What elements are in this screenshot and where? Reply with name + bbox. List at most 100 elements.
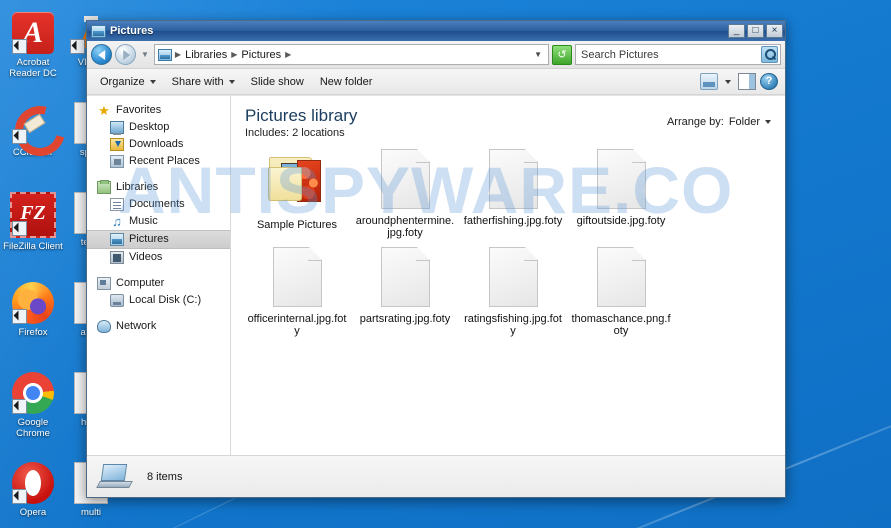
sidebar-item-libraries[interactable]: Libraries: [87, 179, 230, 196]
navigation-pane: ★ Favorites Desktop Downloads Recent Pla…: [87, 96, 231, 455]
refresh-button[interactable]: ↺: [552, 44, 572, 65]
list-item[interactable]: ratingsfishing.jpg.foty: [459, 247, 567, 337]
unknown-file-icon: [380, 247, 430, 307]
acrobat-icon: [12, 12, 54, 54]
sidebar-item-label: Local Disk (C:): [129, 294, 202, 306]
share-with-label: Share with: [171, 75, 224, 88]
file-thumbnail: [375, 149, 435, 211]
list-item[interactable]: partsrating.jpg.foty: [351, 247, 459, 337]
desktop-icon: [110, 121, 124, 135]
unknown-file-icon: [596, 149, 646, 209]
file-name-label: ratingsfishing.jpg.foty: [464, 313, 562, 337]
list-item[interactable]: officerinternal.jpg.foty: [243, 247, 351, 337]
desktop-icon-ccleaner[interactable]: CCleaner: [2, 102, 64, 188]
folder-thumbnail: [267, 153, 327, 215]
sidebar-item-label: Libraries: [116, 181, 159, 193]
search-placeholder: Search Pictures: [581, 48, 659, 61]
nav-group-libraries: Libraries Documents ♫ Music Pictures Vid…: [87, 179, 230, 266]
views-icon[interactable]: [700, 73, 718, 90]
sidebar-item-pictures[interactable]: Pictures: [87, 230, 230, 249]
sample-pictures-folder-icon: [267, 153, 327, 205]
chevron-down-icon: [228, 79, 235, 84]
chevron-down-icon: [765, 120, 771, 124]
organize-button[interactable]: Organize: [93, 73, 163, 91]
file-thumbnail: [591, 247, 651, 309]
desktop-icon-filezilla[interactable]: FileZilla Client: [2, 192, 64, 278]
breadcrumb-item-pictures[interactable]: Pictures: [240, 49, 282, 61]
chevron-down-icon: [725, 79, 731, 84]
sidebar-item-videos[interactable]: Videos: [87, 249, 230, 266]
computer-icon: [97, 277, 111, 290]
libraries-icon: [97, 180, 111, 194]
list-item[interactable]: Sample Pictures: [243, 149, 351, 239]
close-button[interactable]: ×: [766, 24, 783, 38]
list-item[interactable]: thomaschance.png.foty: [567, 247, 675, 337]
chevron-right-icon[interactable]: ▶: [230, 50, 238, 59]
desktop-icon-google-chrome[interactable]: Google Chrome: [2, 372, 64, 458]
list-item[interactable]: aroundphentermine.jpg.foty: [351, 149, 459, 239]
address-history-chevron-down-icon[interactable]: ▼: [534, 50, 545, 59]
help-icon[interactable]: ?: [760, 73, 778, 90]
new-folder-button[interactable]: New folder: [313, 73, 380, 91]
downloads-icon: [110, 138, 124, 151]
arrange-by-control[interactable]: Arrange by: Folder: [667, 106, 771, 128]
views-dropdown-button[interactable]: [721, 77, 735, 87]
firefox-icon: [12, 282, 54, 324]
sidebar-item-desktop[interactable]: Desktop: [87, 119, 230, 136]
breadcrumb[interactable]: ▶ Libraries ▶ Pictures ▶ ▼: [153, 44, 549, 65]
documents-icon: [110, 198, 124, 211]
address-bar: ▼ ▶ Libraries ▶ Pictures ▶ ▼ ↺ Search Pi…: [87, 41, 785, 69]
desktop-icon-acrobat-reader[interactable]: Acrobat Reader DC: [2, 12, 64, 98]
sidebar-item-music[interactable]: ♫ Music: [87, 213, 230, 230]
preview-pane-icon[interactable]: [738, 73, 756, 90]
shortcut-arrow-icon: [12, 221, 27, 236]
sidebar-item-label: Computer: [116, 277, 165, 289]
shortcut-arrow-icon: [12, 309, 27, 324]
window-titlebar[interactable]: Pictures _ □ ×: [87, 21, 785, 41]
sidebar-item-documents[interactable]: Documents: [87, 196, 230, 213]
sidebar-item-computer[interactable]: Computer: [87, 275, 230, 292]
chevron-right-icon[interactable]: ▶: [284, 50, 292, 59]
file-list-pane[interactable]: Pictures library Includes: 2 locations A…: [231, 96, 785, 455]
shortcut-arrow-icon: [12, 129, 27, 144]
desktop-icon-firefox[interactable]: Firefox: [2, 282, 64, 368]
search-icon[interactable]: [761, 46, 778, 63]
breadcrumb-item-libraries[interactable]: Libraries: [184, 49, 228, 61]
library-header-text: Pictures library Includes: 2 locations: [245, 106, 357, 139]
file-name-label: officerinternal.jpg.foty: [247, 313, 347, 337]
arrange-by-value: Folder: [728, 116, 760, 128]
share-with-button[interactable]: Share with: [165, 73, 242, 91]
unknown-file-icon: [488, 247, 538, 307]
sidebar-item-local-disk-c[interactable]: Local Disk (C:): [87, 292, 230, 309]
nav-group-favorites: ★ Favorites Desktop Downloads Recent Pla…: [87, 102, 230, 170]
unknown-file-icon: [596, 247, 646, 307]
sidebar-item-recent-places[interactable]: Recent Places: [87, 153, 230, 170]
file-grid: Sample Pictures aroundphentermine.jpg.fo…: [231, 143, 785, 345]
sidebar-item-downloads[interactable]: Downloads: [87, 136, 230, 153]
unknown-file-icon: [272, 247, 322, 307]
sidebar-item-favorites[interactable]: ★ Favorites: [87, 102, 230, 119]
window-body: ★ Favorites Desktop Downloads Recent Pla…: [87, 95, 785, 455]
forward-button[interactable]: [115, 44, 136, 65]
sidebar-item-label: Documents: [129, 198, 185, 210]
unknown-file-icon: [488, 149, 538, 209]
maximize-button[interactable]: □: [747, 24, 764, 38]
file-name-label: fatherfishing.jpg.foty: [463, 215, 563, 227]
sidebar-item-network[interactable]: Network: [87, 318, 230, 335]
star-icon: ★: [98, 103, 110, 118]
folder-front-icon: [268, 167, 302, 201]
shortcut-arrow-icon: [70, 39, 85, 54]
recent-pages-chevron-down-icon[interactable]: ▼: [139, 50, 151, 59]
desktop-icon-label: Opera: [19, 507, 47, 518]
organize-label: Organize: [100, 75, 145, 88]
list-item[interactable]: giftoutside.jpg.foty: [567, 149, 675, 239]
chevron-right-icon[interactable]: ▶: [174, 50, 182, 59]
sidebar-item-label: Recent Places: [129, 155, 200, 167]
minimize-button[interactable]: _: [728, 24, 745, 38]
chrome-icon: [12, 372, 54, 414]
back-button[interactable]: [91, 44, 112, 65]
slide-show-button[interactable]: Slide show: [244, 73, 311, 91]
desktop-icon-opera[interactable]: Opera: [2, 462, 64, 528]
list-item[interactable]: fatherfishing.jpg.foty: [459, 149, 567, 239]
search-input[interactable]: Search Pictures: [575, 44, 781, 65]
